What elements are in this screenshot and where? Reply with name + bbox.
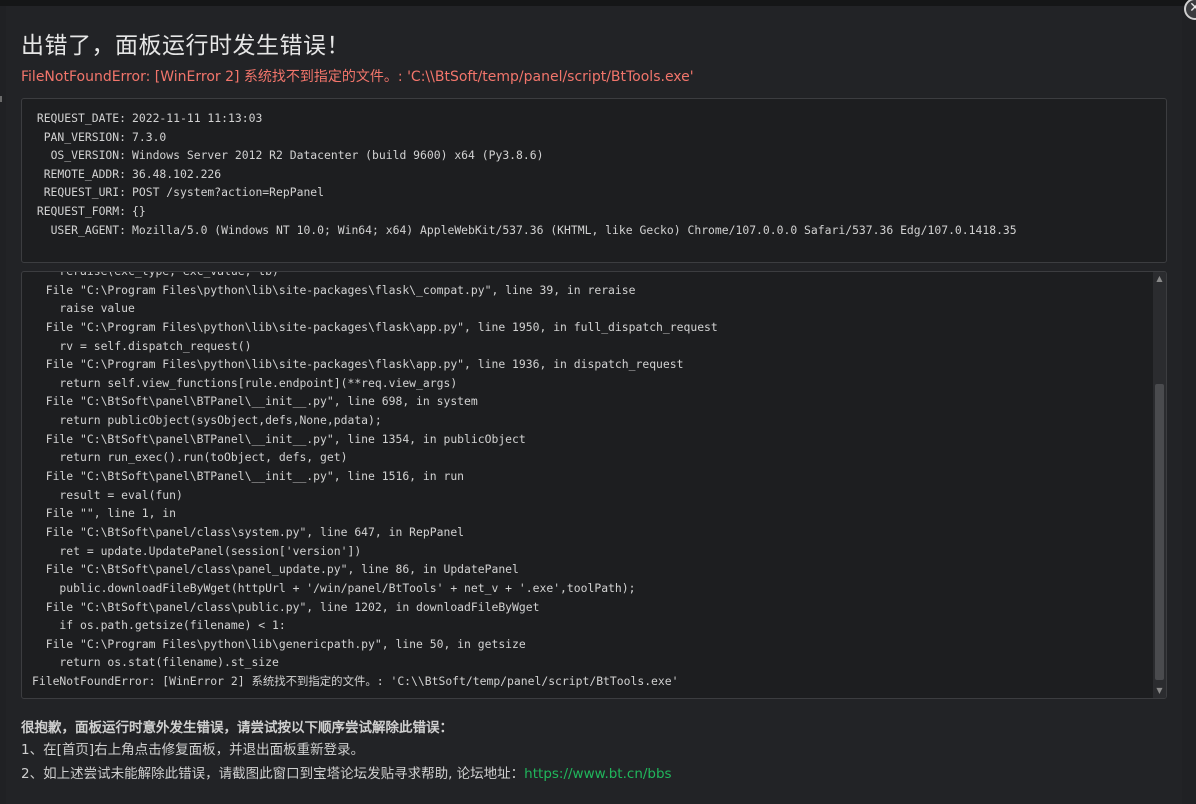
request-info-key: REMOTE_ADDR: — [43, 166, 126, 181]
traceback-line: return self.view_functions[rule.endpoint… — [32, 375, 458, 390]
request-info-key: OS_VERSION: — [50, 148, 126, 163]
request-info-key: REQUEST_URI: — [43, 185, 126, 200]
traceback-line: File "C:\Program Files\python\lib\site-p… — [32, 319, 718, 334]
traceback-line: return run_exec().run(toObject, defs, ge… — [32, 450, 348, 465]
close-icon[interactable]: ✕ — [1184, 0, 1196, 20]
traceback-line: File "C:\Program Files\python\lib\generi… — [32, 636, 526, 651]
traceback-line: raise value — [32, 301, 135, 316]
forum-link[interactable]: https://www.bt.cn/bbs — [524, 766, 671, 782]
request-info-row: OS_VERSION: Windows Server 2012 R2 Datace… — [28, 146, 1017, 165]
traceback-line: return publicObject(sysObject,defs,None,… — [32, 413, 382, 428]
traceback-line: File "", line 1, in — [32, 506, 177, 521]
request-info-value: {} — [132, 203, 146, 218]
traceback-line: reraise(exc_type, exc_value, tb) — [32, 271, 279, 278]
traceback-line: File "C:\BtSoft\panel/class\system.py", … — [32, 524, 465, 539]
left-edge-marker — [0, 96, 2, 102]
scroll-up-arrow-icon[interactable]: ▲ — [1153, 272, 1166, 286]
request-info-key: REQUEST_DATE: — [36, 111, 126, 125]
request-info-key: REQUEST_FORM: — [36, 203, 126, 218]
traceback-line: File "C:\BtSoft\panel/class\panel_update… — [32, 562, 519, 577]
traceback-line: File "C:\Program Files\python\lib\site-p… — [32, 282, 636, 297]
traceback-line: File "C:\BtSoft\panel\BTPanel\__init__.p… — [32, 431, 526, 446]
help-step-2-text: 2、如上述尝试未能解除此错误，请截图此窗口到宝塔论坛发贴寻求帮助, 论坛地址： — [21, 766, 525, 782]
request-info-value: 36.48.102.226 — [132, 166, 222, 181]
traceback-line: ret = update.UpdatePanel(session['versio… — [32, 543, 362, 558]
request-info-box: REQUEST_DATE: 2022-11-11 11:13:03 PAN_VERS… — [21, 98, 1167, 263]
dialog-title: 出错了，面板运行时发生错误！ — [21, 33, 350, 59]
request-info-row: REQUEST_URI: POST /system?action=RepPanel — [28, 183, 1017, 202]
request-info-value: POST /system?action=RepPanel — [132, 185, 325, 200]
traceback-scrollbar[interactable]: ▲ ▼ — [1153, 272, 1166, 698]
traceback-line: if os.path.getsize(filename) < 1: — [32, 618, 286, 633]
request-info-value: 2022-11-11 11:13:03 — [132, 111, 263, 125]
error-message: FileNotFoundError: [WinError 2] 系统找不到指定的… — [21, 69, 694, 85]
request-info-key: USER_AGENT: — [50, 222, 126, 237]
help-step-1: 1、在[首页]右上角点击修复面板，并退出面板重新登录。 — [21, 742, 365, 758]
request-info-row: REQUEST_DATE: 2022-11-11 11:13:03 — [28, 109, 1017, 128]
request-info-row: USER_AGENT: Mozilla/5.0 (Windows NT 10.0;… — [28, 221, 1017, 240]
request-info-row: PAN_VERSION: 7.3.0 — [28, 128, 1017, 147]
traceback-text: reraise(exc_type, exc_value, tb) File "C… — [32, 271, 718, 691]
traceback-line: rv = self.dispatch_request() — [32, 338, 252, 353]
help-section: 很抱歉，面板运行时意外发生错误，请尝试按以下顺序尝试解除此错误： 1、在[首页]… — [21, 718, 672, 786]
traceback-line: result = eval(fun) — [32, 487, 183, 502]
request-info-value: 7.3.0 — [132, 129, 167, 144]
request-info-value: Windows Server 2012 R2 Datacenter (build… — [132, 148, 544, 163]
traceback-line: File "C:\BtSoft\panel\BTPanel\__init__.p… — [32, 394, 478, 409]
request-info-table: REQUEST_DATE: 2022-11-11 11:13:03 PAN_VERS… — [28, 109, 1017, 239]
scroll-down-arrow-icon[interactable]: ▼ — [1153, 684, 1166, 698]
traceback-line: File "C:\BtSoft\panel\BTPanel\__init__.p… — [32, 469, 465, 484]
help-step-2: 2、如上述尝试未能解除此错误，请截图此窗口到宝塔论坛发贴寻求帮助, 论坛地址：h… — [21, 762, 672, 786]
traceback-line: File "C:\BtSoft\panel/class\public.py", … — [32, 599, 540, 614]
scroll-thumb[interactable] — [1155, 384, 1164, 680]
traceback-line: File "C:\Program Files\python\lib\site-p… — [32, 357, 684, 372]
traceback-box[interactable]: reraise(exc_type, exc_value, tb) File "C… — [21, 271, 1167, 699]
request-info-row: REQUEST_FORM: {} — [28, 202, 1017, 221]
traceback-line: return os.stat(filename).st_size — [32, 655, 279, 670]
help-title: 很抱歉，面板运行时意外发生错误，请尝试按以下顺序尝试解除此错误： — [21, 720, 453, 736]
request-info-key: PAN_VERSION: — [43, 129, 126, 144]
traceback-line: public.downloadFileByWget(httpUrl + '/wi… — [32, 580, 636, 595]
request-info-value: Mozilla/5.0 (Windows NT 10.0; Win64; x64… — [132, 222, 1017, 237]
traceback-line: FileNotFoundError: [WinError 2] 系统找不到指定的… — [32, 674, 679, 689]
request-info-row: REMOTE_ADDR: 36.48.102.226 — [28, 165, 1017, 184]
